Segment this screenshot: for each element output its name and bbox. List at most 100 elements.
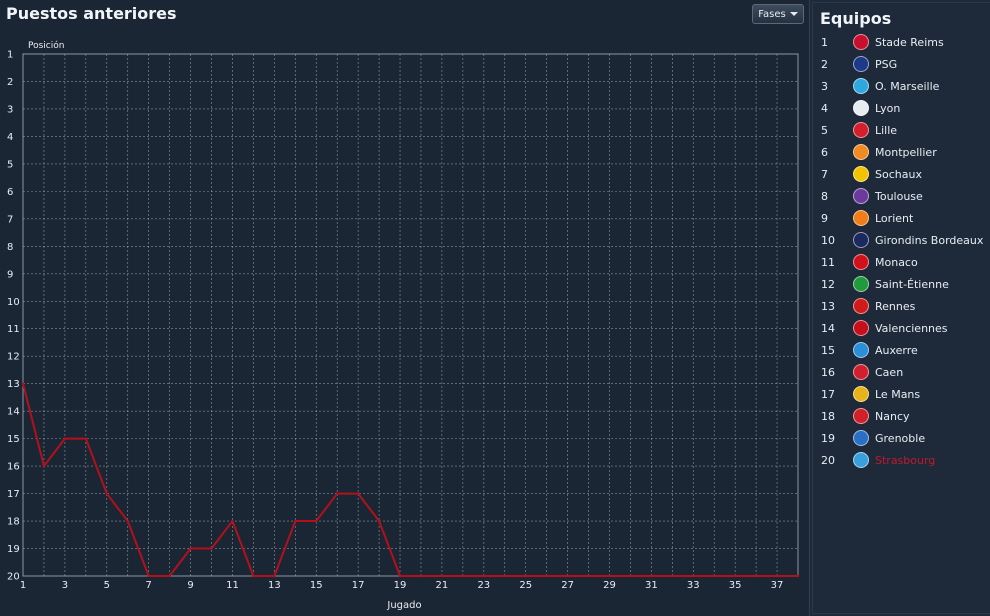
y-tick-label: 9 — [7, 269, 13, 280]
position-point — [398, 574, 402, 578]
position-point — [63, 437, 67, 440]
team-badge-icon — [853, 232, 869, 248]
position-point — [796, 574, 800, 578]
team-row[interactable]: 14 Valenciennes — [813, 317, 990, 339]
position-point — [713, 574, 716, 578]
team-row[interactable]: 13 Rennes — [813, 295, 990, 317]
team-badge-icon — [853, 452, 869, 468]
position-point — [503, 574, 506, 578]
x-tick-label: 33 — [687, 580, 700, 591]
y-tick-label: 20 — [7, 572, 20, 583]
x-tick-label: 3 — [62, 580, 68, 591]
team-row[interactable]: 15 Auxerre — [813, 339, 990, 361]
team-badge-icon — [853, 364, 869, 380]
team-row[interactable]: 9 Lorient — [813, 207, 990, 229]
y-tick-label: 7 — [7, 214, 13, 225]
position-point — [461, 574, 465, 578]
x-tick-label: 9 — [187, 580, 193, 591]
team-row[interactable]: 3 O. Marseille — [813, 75, 990, 97]
x-tick-label: 11 — [226, 580, 239, 591]
team-badge-icon — [853, 386, 869, 402]
team-row[interactable]: 7 Sochaux — [813, 163, 990, 185]
team-row[interactable]: 19 Grenoble — [813, 427, 990, 449]
team-row[interactable]: 12 Saint-Étienne — [813, 273, 990, 295]
team-row[interactable]: 20 Strasbourg — [813, 449, 990, 471]
y-tick-label: 4 — [7, 132, 13, 143]
position-point — [692, 574, 695, 578]
team-name: O. Marseille — [875, 79, 940, 93]
x-tick-label: 35 — [729, 580, 742, 591]
position-point — [189, 547, 192, 550]
position-point — [566, 574, 569, 578]
team-name: Sochaux — [875, 167, 922, 181]
team-name: Stade Reims — [875, 35, 944, 49]
x-tick-label: 19 — [394, 580, 407, 591]
position-point — [356, 492, 360, 495]
phases-dropdown-button[interactable]: Fases — [752, 4, 804, 24]
team-badge-icon — [853, 122, 869, 138]
team-name: Auxerre — [875, 343, 918, 357]
position-point — [273, 574, 276, 578]
team-list: 1 Stade Reims 2 PSG 3 O. Marseille 4 Lyon 5 Lille… — [813, 31, 990, 471]
position-point — [629, 574, 632, 578]
team-position: 7 — [821, 167, 828, 181]
position-point — [84, 437, 88, 440]
team-position: 13 — [821, 299, 835, 313]
y-axis-label: Posición — [28, 40, 64, 51]
y-tick-label: 6 — [7, 187, 13, 198]
team-badge-icon — [853, 100, 869, 116]
y-tick-label: 16 — [7, 462, 20, 473]
teams-sidebar: Equipos 1 Stade Reims 2 PSG 3 O. Marseille 4 Ly… — [809, 0, 990, 616]
x-tick-label: 1 — [20, 580, 26, 591]
x-tick-label: 7 — [145, 580, 151, 591]
team-name: Saint-Étienne — [875, 277, 949, 291]
position-point — [671, 574, 674, 578]
team-row[interactable]: 16 Caen — [813, 361, 990, 383]
position-history-chart: 12345678910111213141516171819201 3 5 7 9 11 13… — [7, 40, 800, 611]
team-badge-icon — [853, 342, 869, 358]
y-tick-label: 11 — [7, 324, 20, 335]
team-name: Caen — [875, 365, 904, 379]
position-point — [524, 574, 527, 578]
team-position: 5 — [821, 123, 828, 137]
team-badge-icon — [853, 144, 869, 160]
y-tick-label: 14 — [7, 407, 20, 418]
team-row[interactable]: 4 Lyon — [813, 97, 990, 119]
y-tick-label: 13 — [7, 379, 20, 390]
teams-sidebar-frame: Equipos 1 Stade Reims 2 PSG 3 O. Marseille 4 Ly… — [812, 2, 990, 614]
team-row[interactable]: 8 Toulouse — [813, 185, 990, 207]
y-tick-label: 18 — [7, 517, 20, 528]
team-position: 10 — [821, 233, 835, 247]
team-position: 17 — [821, 387, 835, 401]
team-row[interactable]: 2 PSG — [813, 53, 990, 75]
plot-area — [22, 53, 799, 577]
team-row[interactable]: 6 Montpellier — [813, 141, 990, 163]
team-badge-icon — [853, 210, 869, 226]
team-row[interactable]: 17 Le Mans — [813, 383, 990, 405]
x-axis-label: Jugado — [386, 600, 421, 611]
position-point — [775, 574, 779, 578]
team-badge-icon — [853, 188, 869, 204]
team-badge-icon — [853, 408, 869, 424]
position-point — [733, 574, 737, 578]
x-tick-label: 17 — [352, 580, 365, 591]
team-row[interactable]: 18 Nancy — [813, 405, 990, 427]
team-name: Toulouse — [875, 189, 923, 203]
team-badge-icon — [853, 166, 869, 182]
team-name: Lorient — [875, 211, 914, 225]
team-badge-icon — [853, 56, 869, 72]
team-row[interactable]: 1 Stade Reims — [813, 31, 990, 53]
position-point — [315, 519, 318, 523]
team-name: Rennes — [875, 299, 916, 313]
team-row[interactable]: 10 Girondins Bordeaux — [813, 229, 990, 251]
position-point — [105, 492, 108, 495]
sidebar-title: Equipos — [820, 9, 892, 28]
team-row[interactable]: 11 Monaco — [813, 251, 990, 273]
team-position: 8 — [821, 189, 828, 203]
team-position: 11 — [821, 255, 835, 269]
team-name: Nancy — [875, 409, 910, 423]
team-position: 14 — [821, 321, 835, 335]
team-row[interactable]: 5 Lille — [813, 119, 990, 141]
history-panel: Puestos anteriores Fases 1 2 3 4 5 6 7 8 9 10 11 12… — [0, 0, 808, 616]
team-name: Girondins Bordeaux — [875, 233, 984, 247]
